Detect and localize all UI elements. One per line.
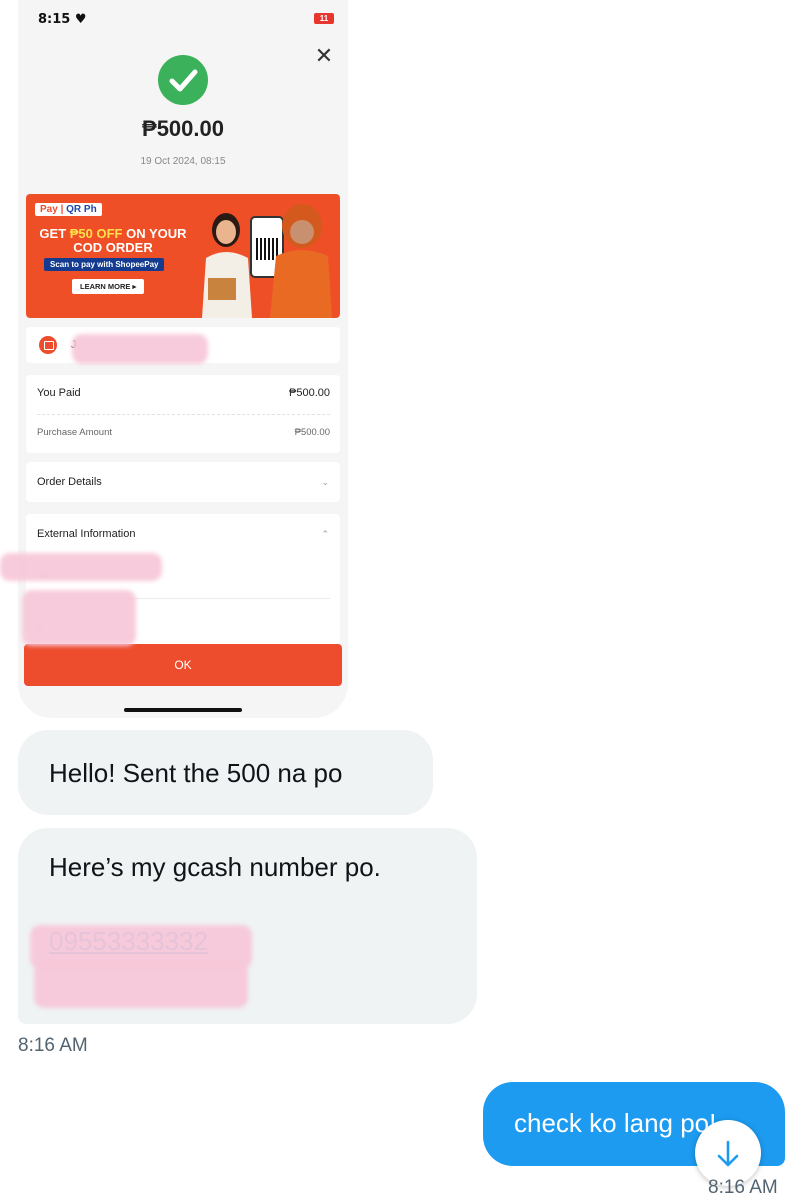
shopeepay-qrph-logo: Pay | QR Ph <box>35 203 102 216</box>
status-time: 8:15 ♥ <box>38 12 87 27</box>
battery-icon: 11 <box>314 13 334 24</box>
message-text: Here’s my gcash number po. <box>49 852 381 882</box>
payment-date: 19 Oct 2024, 08:15 <box>140 156 226 167</box>
message-text: check ko lang po! <box>514 1108 717 1138</box>
order-details-label: Order Details <box>37 476 102 488</box>
close-icon: ✕ <box>314 43 334 68</box>
order-details-row: Order Details ⌄ <box>26 462 340 502</box>
chevron-down-icon: ⌄ <box>321 477 329 487</box>
you-paid-label: You Paid <box>37 387 81 399</box>
learn-more-button: LEARN MORE ▸ <box>72 279 145 294</box>
promo-banner: Pay | QR Ph GET ₱50 OFF ON YOUR COD ORDE… <box>26 194 340 318</box>
payment-amount: ₱500.00 <box>142 116 224 141</box>
promo-subtitle: Scan to pay with ShopeePay <box>44 258 165 271</box>
purchase-amount-label: Purchase Amount <box>37 427 112 438</box>
ok-button: OK <box>24 644 342 686</box>
success-check-icon <box>158 55 208 105</box>
redaction-mark <box>22 590 136 646</box>
divider <box>37 414 330 415</box>
incoming-message[interactable]: Hello! Sent the 500 na po <box>18 730 433 815</box>
home-indicator <box>124 708 242 712</box>
payment-summary-card: You Paid ₱500.00 Purchase Amount ₱500.00 <box>26 375 340 453</box>
status-bar: 8:15 ♥ 11 <box>18 0 348 38</box>
redaction-mark <box>0 553 162 581</box>
message-text: Hello! Sent the 500 na po <box>49 758 343 788</box>
redaction-mark <box>72 334 208 364</box>
redaction-mark <box>34 962 248 1008</box>
message-timestamp: 8:16 AM <box>708 1177 778 1198</box>
chevron-up-icon: ⌃ <box>321 529 329 539</box>
you-paid-value: ₱500.00 <box>289 387 330 399</box>
promo-headline: GET ₱50 OFF ON YOUR COD ORDER <box>39 226 187 255</box>
message-timestamp: 8:16 AM <box>18 1035 88 1056</box>
shop-icon <box>39 336 57 354</box>
woman-illustration <box>202 213 252 318</box>
external-info-label: External Information <box>37 528 136 540</box>
courier-illustration <box>270 204 332 318</box>
purchase-amount-value: ₱500.00 <box>294 427 330 438</box>
